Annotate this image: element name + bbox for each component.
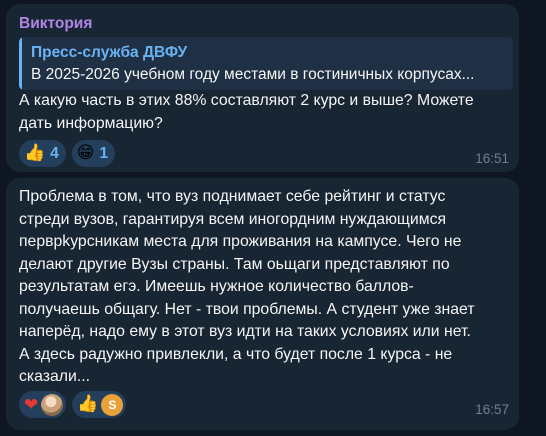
grinning-face-icon: 😁 — [76, 143, 95, 163]
sender-name[interactable]: Виктория — [19, 15, 92, 33]
chat-history: Виктория Пресс-служба ДВФУ В 2025-2026 у… — [0, 0, 546, 436]
reaction-count: 4 — [50, 144, 59, 162]
message-time: 16:51 — [475, 151, 509, 166]
message-time: 16:57 — [475, 402, 509, 417]
reply-preview-text: В 2025-2026 учебном году местами в гости… — [31, 66, 475, 83]
avatar — [41, 393, 64, 416]
reaction-thumbs-up[interactable]: 👍 S — [72, 391, 127, 418]
message-bubble[interactable]: Проблема в том, что вуз поднимает себе р… — [6, 178, 519, 430]
message-text: Проблема в том, что вуз поднимает себе р… — [19, 188, 475, 385]
reply-quote[interactable]: Пресс-служба ДВФУ В 2025-2026 учебном го… — [19, 37, 513, 90]
heart-icon: ❤ — [24, 394, 39, 414]
reply-accent-bar — [19, 37, 22, 90]
reaction-count: 1 — [99, 144, 109, 162]
reaction-grin[interactable]: 😁 1 — [71, 140, 116, 167]
avatar: S — [101, 393, 124, 416]
thumbs-up-icon: 👍 — [77, 394, 99, 414]
reactions-bar: ❤ 👍 S — [19, 391, 127, 418]
reaction-heart[interactable]: ❤ — [19, 391, 67, 418]
message-text: А какую часть в этих 88% составляют 2 ку… — [19, 92, 474, 132]
reply-author: Пресс-служба ДВФУ — [31, 44, 188, 61]
message-bubble[interactable]: Виктория Пресс-служба ДВФУ В 2025-2026 у… — [6, 4, 519, 172]
reaction-thumbs-up[interactable]: 👍 4 — [19, 140, 66, 167]
thumbs-up-icon: 👍 — [24, 143, 46, 163]
reactions-bar: 👍 4 😁 1 — [19, 140, 116, 167]
